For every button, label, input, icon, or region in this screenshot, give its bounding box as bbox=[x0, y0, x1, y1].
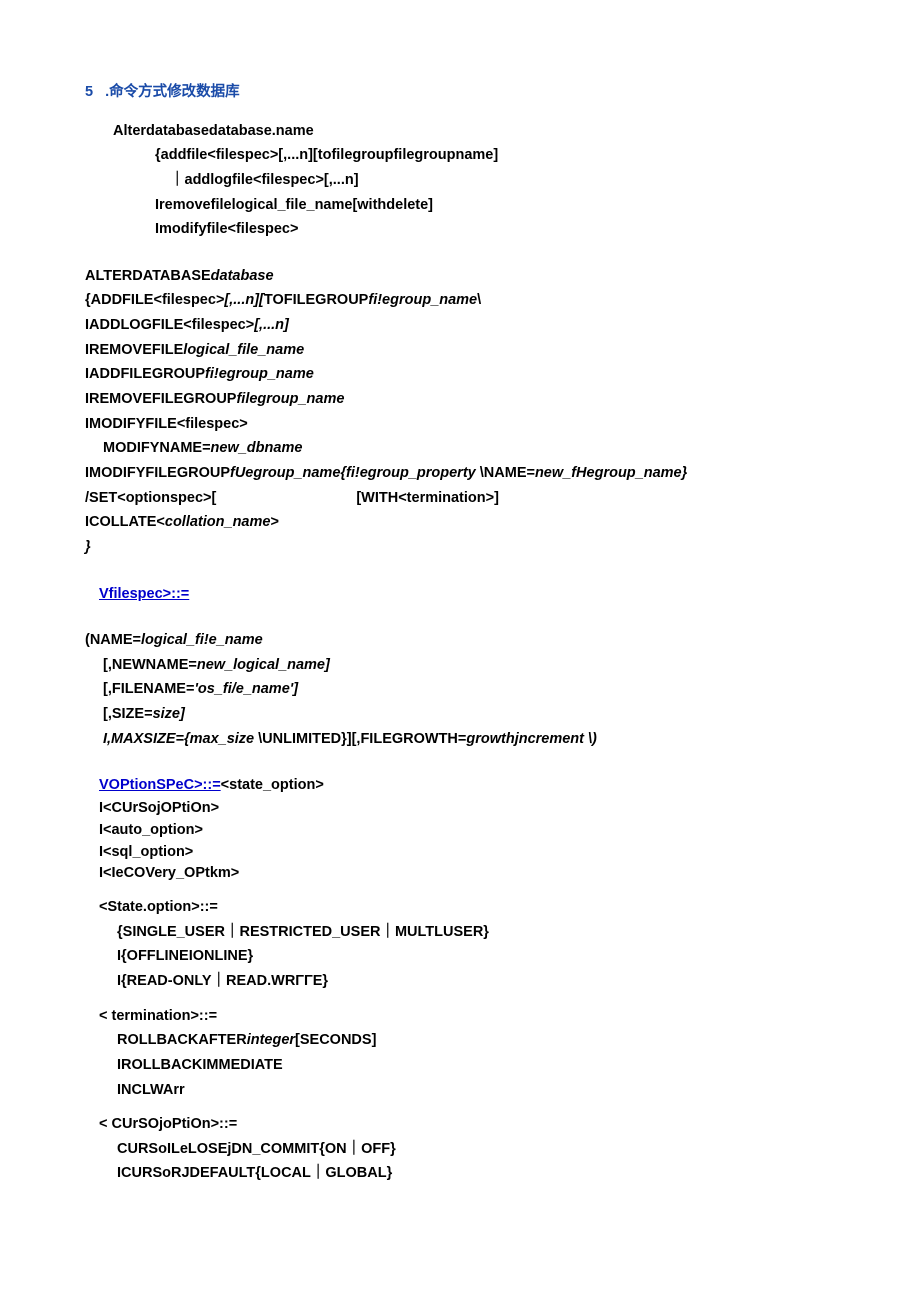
state-option-header: <State.option>::= bbox=[99, 895, 835, 920]
line-addfile: {addfile<filespec>[,...n][tofilegroupfil… bbox=[155, 143, 835, 168]
opt-auto: I<auto_option> bbox=[99, 820, 835, 842]
filespec-maxsize: I,MAXSIZE={max_size \UNLIMITED}][,FILEGR… bbox=[103, 727, 835, 752]
pipe-icon: ｜ bbox=[170, 172, 185, 188]
cursor-default: ICURSoRJDEFAULT{LOCAL｜GLOBAL} bbox=[117, 1161, 835, 1186]
filespec-newname: [,NEWNAME=new_logical_name] bbox=[103, 653, 835, 678]
optionspec-header: VOPtionSPeC>::=<state_option> bbox=[99, 773, 835, 798]
set-option-line: /SET<optionspec>[[WITH<termination>] bbox=[85, 486, 835, 511]
heading-number: 5 bbox=[85, 84, 93, 100]
modifyfilegroup-line: IMODIFYFILEGROUPfUegroup_name{fi!egroup_… bbox=[85, 461, 835, 486]
term-rollbackafter: ROLLBACKAFTERinteger[SECONDS] bbox=[117, 1028, 835, 1053]
collate-line: ICOLLATE<collation_name> bbox=[85, 510, 835, 535]
close-brace: } bbox=[85, 535, 835, 560]
heading-title: .命令方式修改数据库 bbox=[105, 84, 240, 100]
cursor-close: CURSoILeLOSEjDN_COMMIT{ON｜OFF} bbox=[117, 1137, 835, 1162]
term-rollbackimm: IROLLBACKIMMEDIATE bbox=[117, 1053, 835, 1078]
opt-cursor: I<CUrSojOPtiOn> bbox=[99, 798, 835, 820]
optionspec-link[interactable]: VOPtionSPeC>::= bbox=[99, 777, 221, 793]
addfilegroup-line: IADDFILEGROUPfi!egroup_name bbox=[85, 362, 835, 387]
state-offline: I{OFFLINEIONLINE} bbox=[117, 944, 835, 969]
state-singleuser: {SINGLE_USER｜RESTRICTED_USER｜MULTLUSER} bbox=[117, 920, 835, 945]
removefile-line: IREMOVEFILElogical_file_name bbox=[85, 338, 835, 363]
addlogfile-line: IADDLOGFILE<filespec>[,...n] bbox=[85, 313, 835, 338]
modifyname-line: MODIFYNAME=new_dbname bbox=[103, 436, 835, 461]
filespec-header: Vfilespec>::= bbox=[99, 582, 835, 607]
cursor-option-header: < CUrSOjoPtiOn>::= bbox=[99, 1112, 835, 1137]
removefilegroup-line: IREMOVEFILEGROUPfilegroup_name bbox=[85, 387, 835, 412]
opt-recovery: I<IeCOVery_OPtkm> bbox=[99, 863, 835, 885]
section-heading: 5 .命令方式修改数据库 bbox=[85, 80, 835, 105]
filespec-name: (NAME=logical_fi!e_name bbox=[85, 628, 835, 653]
alter-database-line: ALTERDATABASEdatabase bbox=[85, 264, 835, 289]
line-removefile: Iremovefilelogical_file_name[withdelete] bbox=[155, 193, 835, 218]
filespec-filename: [,FILENAME='os_fi/e_name'] bbox=[103, 677, 835, 702]
modifyfile-line: IMODIFYFILE<filespec> bbox=[85, 412, 835, 437]
addfile-line: {ADDFILE<filespec>[,...n][TOFILEGROUPfi!… bbox=[85, 288, 835, 313]
filespec-size: [,SIZE=size] bbox=[103, 702, 835, 727]
term-nclwarr: INCLWArr bbox=[117, 1078, 835, 1103]
filespec-link[interactable]: Vfilespec>::= bbox=[99, 586, 189, 602]
opt-sql: I<sql_option> bbox=[99, 842, 835, 864]
line-alterdatabase: Alterdatabasedatabase.name bbox=[113, 119, 835, 144]
state-readonly: I{READ-ONLY｜READ.WRΓΓE} bbox=[117, 969, 835, 994]
termination-header: < termination>::= bbox=[99, 1004, 835, 1029]
line-modifyfile: Imodifyfile<filespec> bbox=[155, 217, 835, 242]
line-addlogfile: ｜addlogfile<filespec>[,...n] bbox=[170, 168, 835, 193]
